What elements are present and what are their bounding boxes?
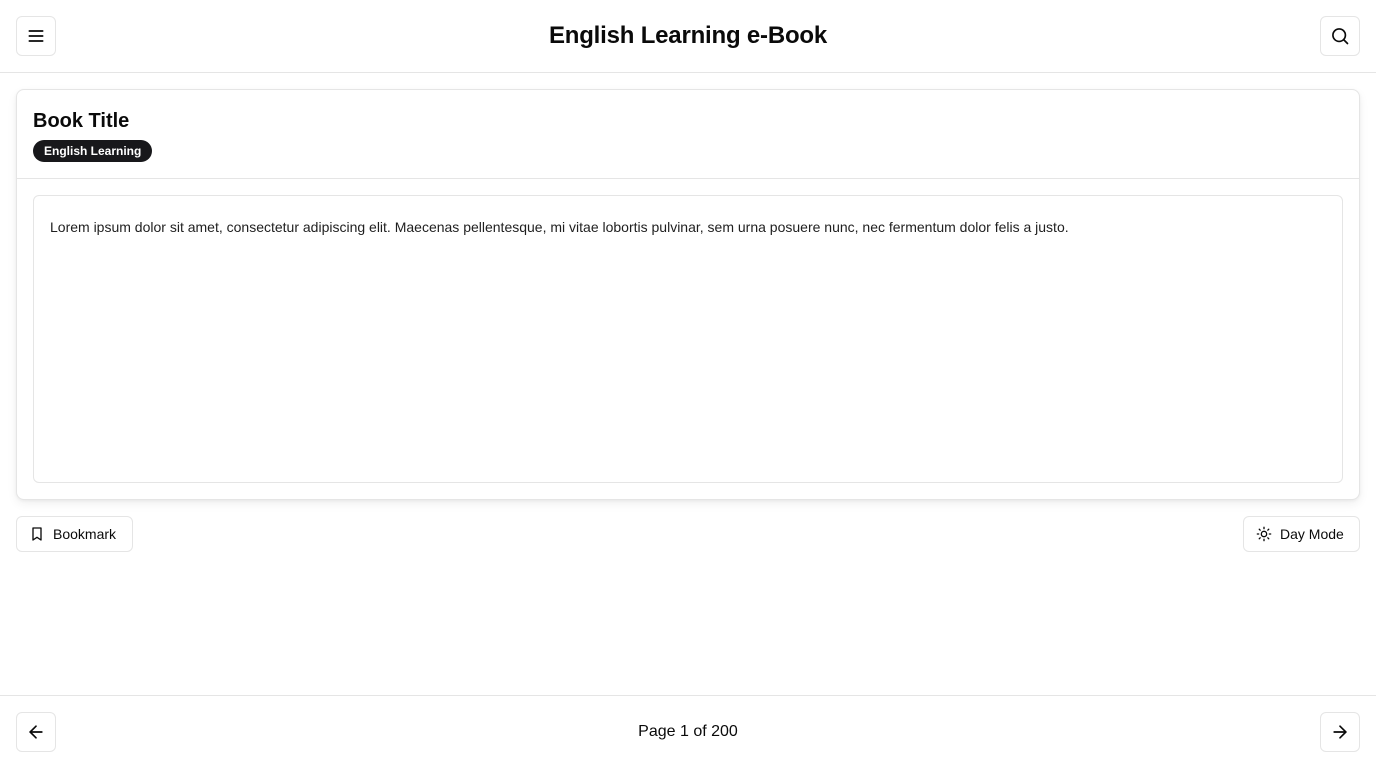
app-title: English Learning e-Book bbox=[548, 22, 828, 49]
day-mode-label: Day Mode bbox=[1280, 526, 1344, 542]
app-header: English Learning e-Book bbox=[0, 0, 1376, 73]
search-button[interactable] bbox=[1320, 16, 1360, 56]
book-card-header: Book Title English Learning bbox=[17, 90, 1359, 179]
page-indicator: Page 1 of 200 bbox=[638, 723, 738, 740]
arrow-right-icon bbox=[1333, 725, 1347, 739]
search-icon bbox=[1332, 28, 1349, 45]
book-content-text: Lorem ipsum dolor sit amet, consectetur … bbox=[50, 219, 1069, 235]
book-content-area: Lorem ipsum dolor sit amet, consectetur … bbox=[33, 195, 1343, 483]
book-title: Book Title bbox=[33, 110, 130, 132]
menu-button[interactable] bbox=[16, 16, 56, 56]
arrow-left-icon bbox=[29, 725, 43, 739]
sun-icon bbox=[1256, 526, 1272, 542]
menu-icon bbox=[28, 30, 44, 42]
previous-page-button[interactable] bbox=[16, 712, 56, 752]
day-mode-button[interactable]: Day Mode bbox=[1243, 516, 1360, 552]
page-footer: Page 1 of 200 bbox=[0, 695, 1376, 768]
bookmark-label: Bookmark bbox=[53, 526, 117, 542]
next-page-button[interactable] bbox=[1320, 712, 1360, 752]
book-card: Book Title English Learning Lorem ipsum … bbox=[16, 89, 1360, 500]
bookmark-button[interactable]: Bookmark bbox=[16, 516, 133, 552]
category-badge: English Learning bbox=[33, 140, 153, 162]
bookmark-icon bbox=[32, 527, 42, 541]
